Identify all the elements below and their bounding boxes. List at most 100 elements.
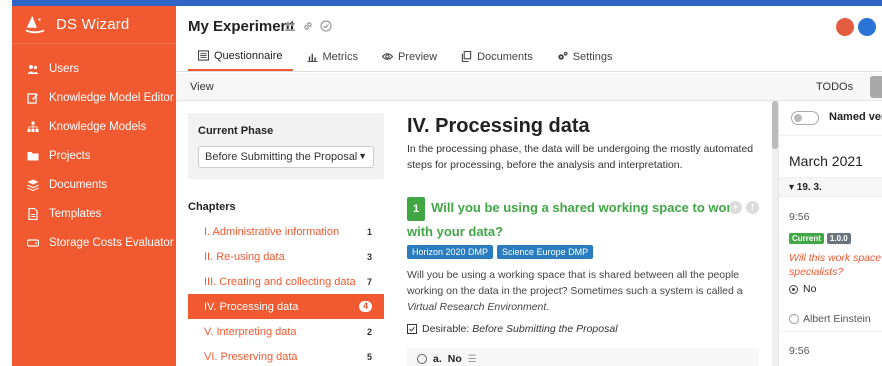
folder-icon: [27, 150, 39, 162]
chapter-label: VI. Preserving data: [204, 350, 298, 363]
event-answer-label: No: [803, 283, 817, 295]
chapter-list: I. Administrative information 1 II. Re-u…: [188, 219, 384, 366]
sidebar-item-projects[interactable]: Projects: [12, 141, 176, 170]
sidebar-item-templates[interactable]: Templates: [12, 199, 176, 228]
question-description: Will you be using a working space that i…: [407, 267, 759, 315]
check-circle-icon[interactable]: [320, 20, 332, 35]
chapter-item-active[interactable]: IV. Processing data 4: [188, 294, 384, 319]
chevron-down-icon: ▼: [358, 151, 367, 161]
phase-title: Current Phase: [198, 125, 274, 137]
phase-card: Current Phase Before Submitting the Prop…: [188, 113, 384, 179]
event-badges: Current 1.0.0: [789, 233, 851, 244]
event-user-name: Albert Einstein: [803, 313, 871, 325]
chapter-heading: IV. Processing data: [407, 115, 590, 137]
file-icon: [27, 207, 39, 220]
history-date-row[interactable]: ▾ 19. 3.: [779, 177, 882, 197]
chapter-label: I. Administrative information: [204, 225, 340, 238]
layers-icon: [27, 179, 39, 191]
chart-icon: [306, 53, 318, 62]
radio-button[interactable]: [417, 354, 427, 364]
event-answer: No: [789, 283, 816, 295]
view-menu[interactable]: View: [190, 81, 214, 93]
question-tags: Horizon 2020 DMP Science Europe DMP: [407, 245, 594, 259]
chapter-label: III. Creating and collecting data: [204, 275, 356, 288]
avatar[interactable]: [856, 16, 878, 38]
phase-selected-value: Before Submitting the Proposal: [205, 151, 358, 163]
wizard-hat-icon: [24, 14, 46, 36]
sidebar-item-label: Storage Costs Evaluator: [49, 236, 174, 249]
tab-label: Documents: [477, 50, 533, 63]
desirable-value: Before Submitting the Proposal: [472, 323, 618, 335]
sidebar-item-knowledge-model-editor[interactable]: Knowledge Model Editor: [12, 83, 176, 112]
event-time: 9:56: [789, 345, 810, 357]
brand-name: DS Wizard: [56, 16, 130, 33]
list-icon: [198, 50, 209, 61]
named-versions-toggle[interactable]: [791, 111, 819, 125]
chapter-count: 5: [366, 351, 372, 362]
chapter-item[interactable]: I. Administrative information 1: [188, 219, 384, 244]
chapter-item[interactable]: II. Re-using data 3: [188, 244, 384, 269]
project-title: My Experiment: [188, 18, 295, 35]
named-versions-label: Named ver: [829, 111, 882, 123]
window-frame: [0, 0, 12, 366]
chapter-label: IV. Processing data: [204, 300, 299, 313]
answer-option[interactable]: a. No ☰: [407, 348, 759, 366]
users-icon: [27, 63, 39, 75]
question-description-end: .: [546, 301, 550, 313]
users-icon[interactable]: [284, 20, 296, 35]
history-month: March 2021: [789, 153, 863, 169]
divider: [779, 331, 882, 332]
sidebar-item-users[interactable]: Users: [12, 54, 176, 83]
chapter-item[interactable]: III. Creating and collecting data 7: [188, 269, 384, 294]
sidebar-item-label: Knowledge Models: [49, 120, 147, 133]
sidebar-nav: Users Knowledge Model Editor Knowledge M…: [12, 44, 176, 257]
tab-label: Settings: [572, 50, 613, 63]
divider: [779, 135, 882, 136]
copy-icon: [461, 51, 472, 62]
add-comment-icon[interactable]: +: [729, 201, 742, 214]
phase-select[interactable]: Before Submitting the Proposal ▼: [198, 146, 374, 168]
sidebar-item-label: Users: [49, 62, 80, 75]
exclamation-icon[interactable]: !: [746, 201, 759, 214]
chapter-description: In the processing phase, the data will b…: [407, 143, 754, 171]
version-history-panel: Named ver March 2021 ▾ 19. 3. 9:56 Curre…: [778, 101, 882, 366]
brand[interactable]: DS Wizard: [12, 6, 176, 44]
sidebar-item-storage-costs-evaluator[interactable]: Storage Costs Evaluator: [12, 228, 176, 257]
answer-letter: a.: [433, 353, 442, 365]
project-tabs: Questionnaire Metrics Preview Documents …: [176, 48, 882, 72]
sidebar-item-label: Documents: [49, 178, 108, 191]
tab-questionnaire[interactable]: Questionnaire: [188, 48, 293, 71]
avatar[interactable]: [834, 16, 856, 38]
eye-icon: [381, 53, 393, 60]
view-toolbar: View TODOs: [176, 73, 882, 101]
sidebar-item-label: Templates: [49, 207, 102, 220]
drive-icon: [27, 237, 39, 249]
sitemap-icon: [27, 121, 39, 133]
tab-documents[interactable]: Documents: [451, 48, 543, 71]
todos-button[interactable]: TODOs: [816, 81, 853, 93]
tab-metrics[interactable]: Metrics: [297, 48, 368, 71]
event-user: Albert Einstein: [789, 313, 871, 325]
version-history-button[interactable]: [870, 76, 882, 98]
question: 1 Will you be using a shared working spac…: [407, 197, 759, 243]
sidebar-item-documents[interactable]: Documents: [12, 170, 176, 199]
event-question: Will this work space specialists?: [789, 252, 882, 278]
tag-badge: Horizon 2020 DMP: [407, 245, 494, 259]
chapter-item[interactable]: V. Interpreting data 2: [188, 319, 384, 344]
cogs-icon: [558, 51, 568, 60]
sidebar-item-label: Projects: [49, 149, 91, 162]
chapter-label: II. Re-using data: [204, 250, 285, 263]
desirable-label: Desirable:: [422, 323, 470, 335]
question-title: 1 Will you be using a shared working spac…: [407, 197, 759, 243]
link-icon[interactable]: [302, 20, 314, 35]
chapter-item[interactable]: VI. Preserving data 5: [188, 344, 384, 366]
list-icon: ☰: [467, 353, 477, 365]
tab-preview[interactable]: Preview: [372, 48, 447, 71]
sidebar-item-knowledge-models[interactable]: Knowledge Models: [12, 112, 176, 141]
sidebar: DS Wizard Users Knowledge Model Editor K…: [12, 6, 176, 366]
chapter-count: 7: [366, 276, 372, 287]
current-badge: Current: [789, 233, 824, 244]
questionnaire-content: IV. Processing data In the processing ph…: [394, 101, 772, 366]
question-number: 1: [407, 197, 426, 221]
tab-settings[interactable]: Settings: [547, 48, 623, 71]
